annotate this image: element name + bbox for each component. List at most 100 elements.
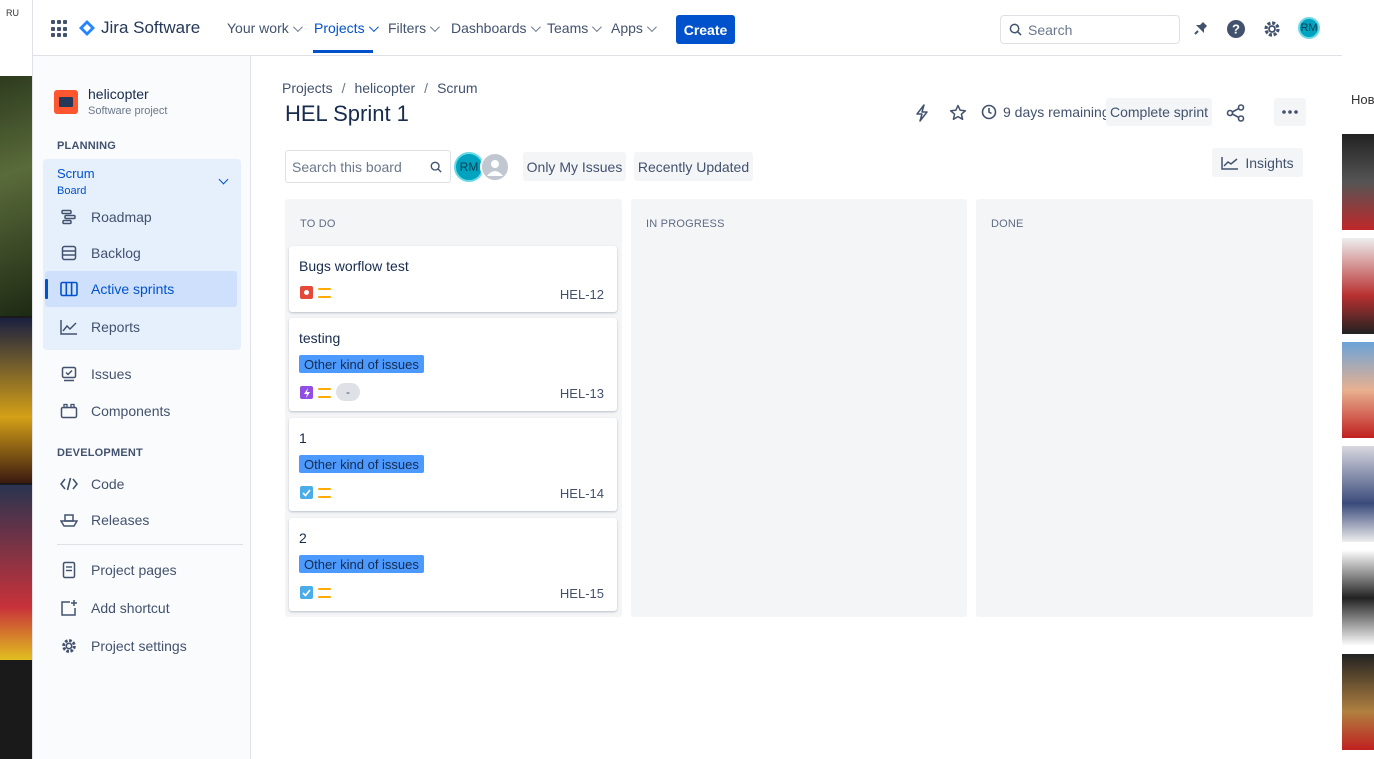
nav-projects[interactable]: Projects <box>314 20 379 36</box>
more-actions-icon[interactable] <box>1274 98 1306 126</box>
board-name: Scrum <box>57 166 95 181</box>
board-search-input[interactable]: Search this board <box>285 150 451 183</box>
video-thumbnail <box>1342 134 1374 230</box>
lightning-automation-icon[interactable] <box>911 102 933 124</box>
active-nav-indicator <box>313 50 373 53</box>
bug-icon <box>300 286 313 299</box>
unassigned-avatar-icon[interactable] <box>480 152 510 182</box>
video-thumbnail <box>0 318 32 483</box>
search-icon <box>430 161 442 173</box>
video-thumbnail <box>1342 654 1374 750</box>
issue-title: 2 <box>299 530 307 546</box>
releases-ship-icon <box>59 510 79 530</box>
nav-your-work[interactable]: Your work <box>227 20 303 36</box>
sidebar-item-code[interactable]: Code <box>45 466 237 502</box>
issue-card[interactable]: testing Other kind of issues - HEL-13 <box>289 318 617 411</box>
svg-text:?: ? <box>1232 22 1240 37</box>
sidebar-item-active-sprints[interactable]: Active sprints <box>45 271 237 307</box>
notifications-bell-icon[interactable] <box>1189 18 1211 40</box>
project-pages-icon <box>59 560 79 580</box>
product-name: Jira Software <box>101 18 201 37</box>
video-thumbnail <box>0 76 32 316</box>
column-title: IN PROGRESS <box>646 218 725 230</box>
jira-app-window: Jira Software Your work Projects Filters… <box>32 0 1342 759</box>
issue-key: HEL-13 <box>559 386 604 401</box>
priority-medium-icon <box>318 488 331 498</box>
side-tab-label: Нов <box>1351 92 1374 107</box>
estimate-pill: - <box>336 383 360 401</box>
video-thumbnail <box>0 485 32 660</box>
chevron-down-icon <box>646 21 657 32</box>
page-title: HEL Sprint 1 <box>285 101 409 126</box>
background-left-edge: RU <box>0 0 32 759</box>
sidebar-item-components[interactable]: Components <box>45 393 237 429</box>
sidebar-item-add-shortcut[interactable]: Add shortcut <box>45 590 237 626</box>
chevron-down-icon <box>292 21 303 32</box>
issue-card[interactable]: 1 Other kind of issues HEL-14 <box>289 418 617 511</box>
app-switcher-icon[interactable] <box>51 20 69 38</box>
nav-apps[interactable]: Apps <box>611 20 657 36</box>
chevron-down-icon <box>368 21 379 32</box>
share-icon[interactable] <box>1225 102 1247 124</box>
sidebar-item-backlog[interactable]: Backlog <box>45 235 237 271</box>
project-sidebar: helicopter Software project PLANNING Scr… <box>33 56 251 759</box>
priority-medium-icon <box>318 388 331 398</box>
complete-sprint-button[interactable]: Complete sprint <box>1106 98 1212 126</box>
search-icon <box>1009 23 1022 36</box>
sidebar-item-project-settings[interactable]: Project settings <box>45 628 237 664</box>
issue-card[interactable]: 2 Other kind of issues HEL-15 <box>289 518 617 611</box>
priority-medium-icon <box>318 588 331 598</box>
global-search-input[interactable]: Search <box>1000 15 1180 44</box>
priority-medium-icon <box>318 288 331 298</box>
issue-title: 1 <box>299 430 307 446</box>
sidebar-divider <box>57 544 243 545</box>
video-thumbnail <box>1342 446 1374 542</box>
video-thumbnail <box>1342 550 1374 646</box>
sprint-remaining-time: 9 days remaining <box>1003 104 1110 120</box>
breadcrumb-projects[interactable]: Projects <box>282 80 333 96</box>
chevron-down-icon <box>218 174 229 185</box>
project-name: helicopter <box>88 86 149 102</box>
create-button[interactable]: Create <box>676 15 735 44</box>
task-checkbox-icon <box>300 586 313 599</box>
chevron-down-icon <box>530 21 541 32</box>
nav-filters[interactable]: Filters <box>388 20 440 36</box>
help-icon[interactable]: ? <box>1225 18 1247 40</box>
sidebar-item-reports[interactable]: Reports <box>45 309 237 345</box>
breadcrumb-project[interactable]: helicopter <box>354 80 415 96</box>
sidebar-item-issues[interactable]: Issues <box>45 356 237 392</box>
board-type: Board <box>57 185 87 197</box>
nav-teams[interactable]: Teams <box>547 20 603 36</box>
sidebar-item-releases[interactable]: Releases <box>45 502 237 538</box>
issue-key: HEL-12 <box>559 287 604 302</box>
chevron-down-icon <box>592 21 603 32</box>
background-right-edge: Нов <box>1341 0 1374 759</box>
video-thumbnail <box>1342 342 1374 438</box>
insights-chart-icon <box>1221 156 1239 170</box>
issue-label: Other kind of issues <box>299 355 424 373</box>
reports-chart-icon <box>59 317 79 337</box>
issue-label: Other kind of issues <box>299 455 424 473</box>
insights-button[interactable]: Insights <box>1212 148 1303 177</box>
planning-heading: PLANNING <box>57 140 117 152</box>
epic-lightning-icon <box>300 386 313 399</box>
sidebar-item-roadmap[interactable]: Roadmap <box>45 199 237 235</box>
project-header[interactable]: helicopter Software project <box>54 86 167 117</box>
roadmap-icon <box>59 207 79 227</box>
issue-card[interactable]: Bugs worflow test HEL-12 <box>289 246 617 312</box>
clock-icon <box>978 101 1000 123</box>
settings-gear-icon[interactable] <box>1261 18 1283 40</box>
only-my-issues-filter[interactable]: Only My Issues <box>523 152 626 181</box>
nav-dashboards[interactable]: Dashboards <box>451 20 541 36</box>
breadcrumb-board[interactable]: Scrum <box>437 80 477 96</box>
backlog-icon <box>59 243 79 263</box>
star-icon[interactable] <box>947 102 969 124</box>
column-title: TO DO <box>300 218 336 230</box>
issue-title: Bugs worflow test <box>299 258 409 274</box>
recently-updated-filter[interactable]: Recently Updated <box>634 152 753 181</box>
board-column-todo: TO DO Bugs worflow test HEL-12 testing O… <box>285 199 622 617</box>
user-avatar[interactable]: RM <box>1298 17 1320 39</box>
jira-logo[interactable]: Jira Software <box>79 18 200 38</box>
issue-title: testing <box>299 330 341 346</box>
sidebar-item-project-pages[interactable]: Project pages <box>45 552 237 588</box>
